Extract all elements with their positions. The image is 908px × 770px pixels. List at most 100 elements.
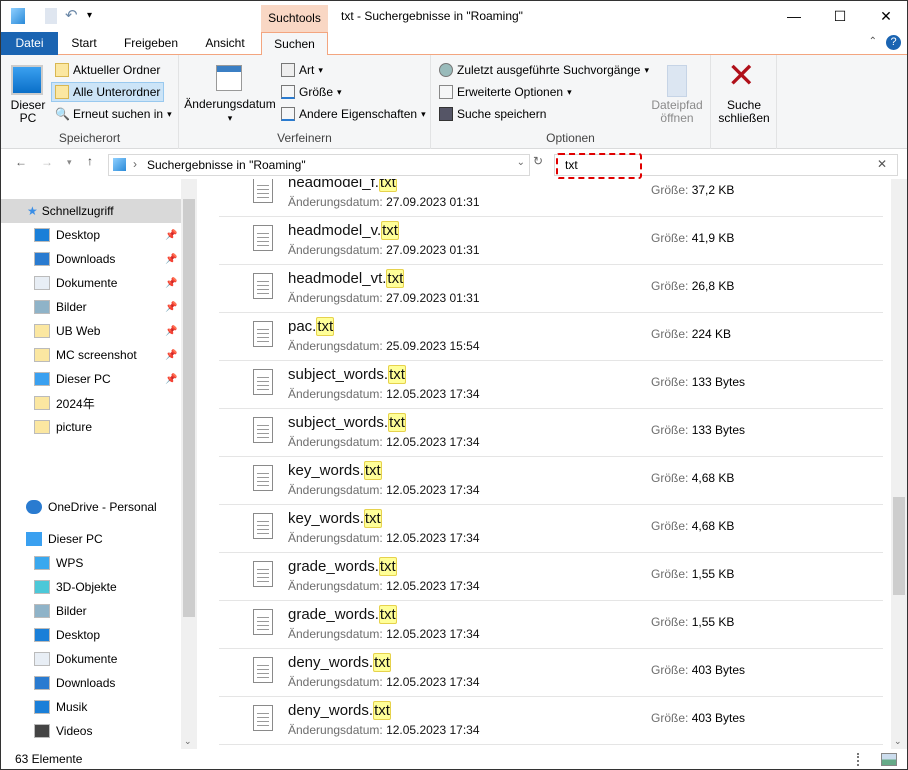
- pin-icon[interactable]: 📌: [165, 374, 177, 385]
- size-value: 403 Bytes: [691, 711, 746, 725]
- sidebar-scroll-thumb[interactable]: [183, 199, 195, 617]
- sidebar-item-quick[interactable]: picture: [1, 415, 181, 439]
- sidebar-item-pc[interactable]: 3D-Objekte: [1, 575, 181, 599]
- address-dropdown-icon[interactable]: ⌄: [517, 157, 525, 168]
- up-button[interactable]: ↑: [87, 154, 93, 168]
- file-row[interactable]: subject_words.txt Änderungsdatum: 12.05.…: [219, 361, 883, 409]
- sidebar-item-dieser-pc[interactable]: Dieser PC: [1, 527, 181, 551]
- tab-ansicht[interactable]: Ansicht: [193, 32, 257, 55]
- file-row[interactable]: deny_words.txt Änderungsdatum: 12.05.202…: [219, 697, 883, 745]
- pin-icon[interactable]: 📌: [165, 278, 177, 289]
- clear-search-icon[interactable]: ✕: [877, 157, 887, 171]
- pin-icon[interactable]: 📌: [165, 350, 177, 361]
- sidebar-item-pc[interactable]: Videos: [1, 719, 181, 743]
- sidebar-item-quick[interactable]: Dokumente 📌: [1, 271, 181, 295]
- sidebar-item-quick[interactable]: UB Web 📌: [1, 319, 181, 343]
- erneut-suchen-button[interactable]: 🔍 Erneut suchen in ▾: [55, 107, 172, 121]
- back-button[interactable]: ←: [15, 155, 27, 169]
- close-button[interactable]: ✕: [863, 1, 907, 31]
- file-row[interactable]: key_words.txt Änderungsdatum: 12.05.2023…: [219, 457, 883, 505]
- ribbon-collapse-icon[interactable]: ⌃: [869, 36, 877, 47]
- tab-start[interactable]: Start: [61, 32, 107, 55]
- andere-eigenschaften-button[interactable]: Andere Eigenschaften ▾: [281, 107, 426, 121]
- breadcrumb[interactable]: Suchergebnisse in "Roaming": [147, 158, 306, 172]
- group-close: ✕ Suche schließen: [711, 55, 777, 149]
- file-basename: subject_words.: [288, 366, 389, 383]
- minimize-button[interactable]: —: [771, 1, 817, 31]
- suche-schliessen-button[interactable]: Suche schließen: [713, 99, 775, 125]
- sidebar-item-pc[interactable]: Downloads: [1, 671, 181, 695]
- file-row[interactable]: subject_words.txt Änderungsdatum: 12.05.…: [219, 409, 883, 457]
- sidebar-item-onedrive[interactable]: OneDrive - Personal: [1, 495, 181, 519]
- sidebar-item-pc[interactable]: Bilder: [1, 599, 181, 623]
- label: Alle Unterordner: [73, 85, 161, 99]
- suche-speichern-button[interactable]: Suche speichern: [439, 107, 546, 121]
- label: Aktueller Ordner: [73, 63, 161, 77]
- sidebar-item-quick[interactable]: 2024年: [1, 391, 181, 415]
- tab-suchen[interactable]: Suchen: [261, 32, 328, 56]
- file-row[interactable]: headmodel_f.txt Änderungsdatum: 27.09.20…: [219, 179, 883, 217]
- properties-icon[interactable]: [45, 8, 57, 24]
- file-date: Änderungsdatum: 25.09.2023 15:54: [288, 339, 480, 353]
- groesse-button[interactable]: Größe ▾: [281, 85, 342, 99]
- maximize-button[interactable]: ☐: [817, 1, 863, 31]
- tab-datei[interactable]: Datei: [1, 32, 58, 55]
- file-row[interactable]: grade_words.txt Änderungsdatum: 12.05.20…: [219, 553, 883, 601]
- dropdown-arrow-icon: ▾: [167, 108, 172, 119]
- erweiterte-optionen-button[interactable]: Erweiterte Optionen ▾: [439, 85, 572, 99]
- file-row[interactable]: key_words.txt Änderungsdatum: 12.05.2023…: [219, 505, 883, 553]
- pin-icon[interactable]: 📌: [165, 254, 177, 265]
- text-file-icon: [253, 609, 273, 635]
- refresh-button[interactable]: ↻: [533, 154, 543, 168]
- details-view-button[interactable]: [857, 753, 871, 766]
- sidebar-item-pc[interactable]: Musik: [1, 695, 181, 719]
- address-field[interactable]: › Suchergebnisse in "Roaming" ⌄: [108, 154, 530, 176]
- folder-icon: [55, 63, 69, 77]
- date-value: 12.05.2023 17:34: [386, 387, 480, 401]
- pin-icon[interactable]: 📌: [165, 230, 177, 241]
- file-basename: pac.: [288, 318, 317, 335]
- forward-button[interactable]: →: [41, 155, 53, 169]
- address-bar-row: ← → ▾ ↑ › Suchergebnisse in "Roaming" ⌄ …: [1, 151, 907, 179]
- pin-icon[interactable]: 📌: [165, 302, 177, 313]
- sidebar-item-quick[interactable]: Desktop 📌: [1, 223, 181, 247]
- sidebar-scrollbar[interactable]: ⌄: [181, 179, 197, 749]
- recent-locations-button[interactable]: ▾: [67, 157, 72, 168]
- large-icons-view-button[interactable]: [881, 753, 897, 766]
- customize-toolbar-icon[interactable]: ▾: [87, 8, 97, 24]
- size-value: 37,2 KB: [691, 183, 735, 197]
- file-list-scroll-thumb[interactable]: [893, 497, 905, 595]
- date-value: 25.09.2023 15:54: [386, 339, 480, 353]
- sidebar-item-pc[interactable]: Dokumente: [1, 647, 181, 671]
- sidebar-item-quick[interactable]: Downloads 📌: [1, 247, 181, 271]
- sidebar-item-quick[interactable]: Dieser PC 📌: [1, 367, 181, 391]
- file-row[interactable]: pac.txt Änderungsdatum: 25.09.2023 15:54…: [219, 313, 883, 361]
- sidebar-item-pc[interactable]: WPS: [1, 551, 181, 575]
- sidebar-item-quick[interactable]: MC screenshot 📌: [1, 343, 181, 367]
- sidebar-item-schnellzugriff[interactable]: ★ Schnellzugriff: [1, 199, 181, 223]
- zuletzt-button[interactable]: Zuletzt ausgeführte Suchvorgänge ▾: [439, 63, 649, 77]
- art-button[interactable]: Art ▾: [281, 63, 323, 77]
- scroll-down-icon[interactable]: ⌄: [894, 736, 902, 747]
- help-icon[interactable]: ?: [886, 35, 901, 50]
- file-row[interactable]: grade_words.txt Änderungsdatum: 12.05.20…: [219, 601, 883, 649]
- dieser-pc-button[interactable]: Dieser PC: [5, 99, 51, 125]
- file-row[interactable]: deny_words.txt Änderungsdatum: 12.05.202…: [219, 649, 883, 697]
- undo-icon[interactable]: ↶: [65, 8, 81, 24]
- file-size: Größe: 41,9 KB: [651, 231, 734, 245]
- sidebar-item-pc[interactable]: Desktop: [1, 623, 181, 647]
- file-row[interactable]: headmodel_vt.txt Änderungsdatum: 27.09.2…: [219, 265, 883, 313]
- aktueller-ordner-button[interactable]: Aktueller Ordner: [55, 63, 160, 77]
- pictures-icon: [34, 300, 50, 314]
- sidebar-item-quick[interactable]: Bilder 📌: [1, 295, 181, 319]
- file-size: Größe: 4,68 KB: [651, 519, 734, 533]
- aenderungsdatum-button[interactable]: Änderungsdatum ▾: [183, 98, 277, 125]
- tab-freigeben[interactable]: Freigeben: [113, 32, 189, 55]
- dateipfad-oeffnen-button[interactable]: Dateipfad öffnen: [647, 99, 707, 125]
- file-list-scrollbar[interactable]: ⌄: [891, 179, 907, 749]
- alle-unterordner-button[interactable]: Alle Unterordner: [51, 82, 165, 102]
- scroll-down-icon[interactable]: ⌄: [184, 736, 192, 747]
- pin-icon[interactable]: 📌: [165, 326, 177, 337]
- file-row[interactable]: headmodel_v.txt Änderungsdatum: 27.09.20…: [219, 217, 883, 265]
- search-input[interactable]: txt ✕: [554, 153, 898, 179]
